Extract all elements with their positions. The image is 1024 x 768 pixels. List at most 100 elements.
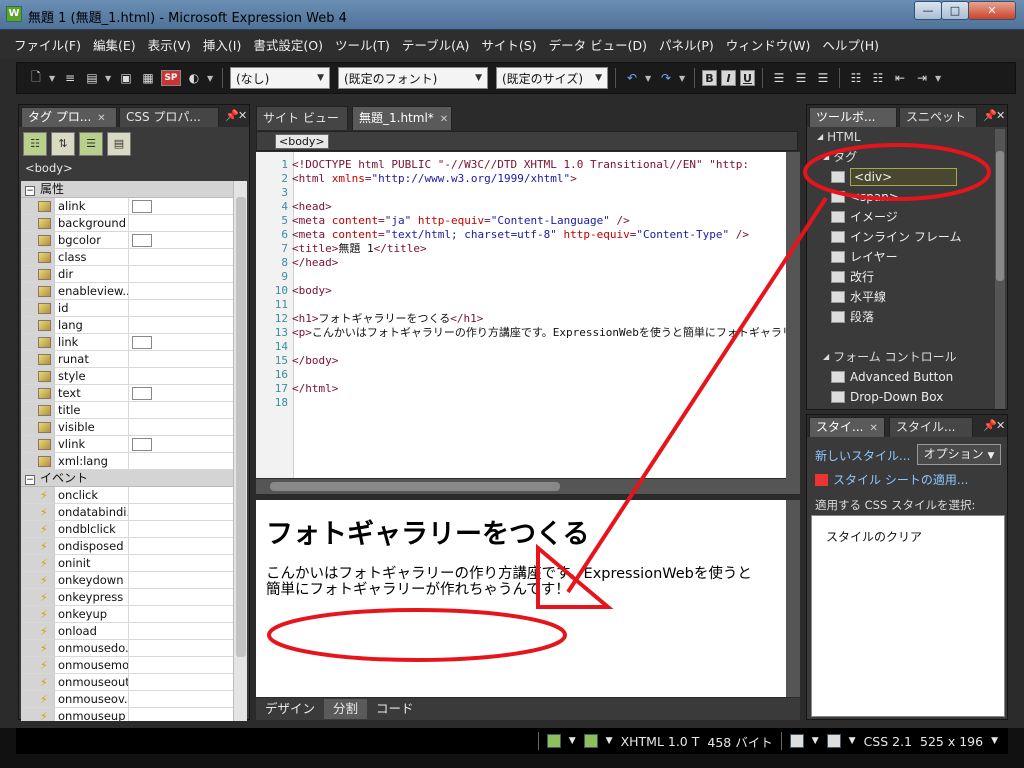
code-horizontal-scrollbar[interactable] bbox=[256, 479, 786, 494]
align-right-icon[interactable]: ☰ bbox=[814, 69, 832, 87]
toolbox-group-html[interactable]: ◢ HTML bbox=[809, 127, 995, 147]
sort-alpha-icon[interactable]: ⇅ bbox=[51, 132, 75, 156]
style-app-icon[interactable] bbox=[583, 734, 598, 748]
color-swatch[interactable] bbox=[132, 437, 152, 451]
collapse-icon[interactable]: − bbox=[25, 475, 35, 485]
code-view[interactable]: 1 <!DOCTYPE html PUBLIC "-//W3C//DTD XHTM… bbox=[256, 152, 786, 478]
property-row[interactable]: ⚡ onmouseov... bbox=[21, 691, 247, 708]
toolbox-item[interactable]: 段落 bbox=[809, 307, 995, 327]
scrollbar-thumb[interactable] bbox=[270, 482, 560, 491]
category-events[interactable]: − イベント bbox=[21, 470, 247, 487]
property-row[interactable]: dir bbox=[21, 266, 247, 283]
tab-site-view[interactable]: サイト ビュー bbox=[256, 106, 348, 130]
options-button[interactable]: オプション ▼ bbox=[917, 444, 1001, 465]
property-row[interactable]: ⚡ onload bbox=[21, 623, 247, 640]
design-heading[interactable]: フォトギャラリーをつくる bbox=[266, 512, 589, 551]
property-row[interactable]: class bbox=[21, 249, 247, 266]
new-page-icon[interactable]: ≡ bbox=[61, 69, 79, 87]
property-value[interactable] bbox=[129, 521, 247, 537]
property-row[interactable]: ⚡ onmousedo... bbox=[21, 640, 247, 657]
property-row[interactable]: title bbox=[21, 402, 247, 419]
menu-panels[interactable]: パネル(P) bbox=[653, 35, 720, 54]
design-vertical-scrollbar[interactable] bbox=[786, 500, 800, 697]
attach-style-sheet-link[interactable]: スタイル シートの適用... bbox=[815, 471, 968, 488]
align-left-icon[interactable]: ☰ bbox=[770, 69, 788, 87]
toolbox-item[interactable]: Form bbox=[809, 407, 995, 409]
menu-help[interactable]: ヘルプ(H) bbox=[816, 35, 885, 54]
property-row[interactable]: ⚡ ondblclick bbox=[21, 521, 247, 538]
bold-button[interactable]: B bbox=[702, 70, 717, 86]
property-row[interactable]: ⚡ onkeypress bbox=[21, 589, 247, 606]
property-value[interactable] bbox=[129, 436, 247, 452]
property-value[interactable] bbox=[129, 453, 247, 469]
new-dropdown-icon[interactable]: ▼ bbox=[49, 74, 57, 83]
menu-format[interactable]: 書式設定(O) bbox=[247, 35, 329, 54]
tab-apply-styles[interactable]: スタイ... ✕ bbox=[809, 417, 885, 437]
property-row[interactable]: ⚡onmousemo... bbox=[21, 657, 247, 674]
tab-document[interactable]: 無題_1.html* ✕ bbox=[352, 106, 452, 130]
property-row[interactable]: text bbox=[21, 385, 247, 402]
property-value[interactable] bbox=[129, 368, 247, 384]
property-row[interactable]: alink bbox=[21, 198, 247, 215]
toolbox-item[interactable]: 改行 bbox=[809, 267, 995, 287]
toolbox-item[interactable]: Drop-Down Box bbox=[809, 387, 995, 407]
property-value[interactable] bbox=[129, 589, 247, 605]
size-select[interactable]: (既定のサイズ) ▼ bbox=[496, 67, 608, 89]
collapse-icon[interactable]: − bbox=[25, 186, 35, 196]
tab-tag-properties[interactable]: タグ プロ... ✕ bbox=[21, 107, 117, 127]
tab-css-properties[interactable]: CSS プロパ... bbox=[119, 107, 219, 127]
close-icon[interactable]: ✕ bbox=[238, 109, 247, 122]
redo-icon[interactable]: ↷ bbox=[657, 69, 675, 87]
design-view[interactable]: フォトギャラリーをつくる こんかいはフォトギャラリーの作り方講座です。Expre… bbox=[256, 500, 786, 697]
toolbox-item[interactable]: レイヤー bbox=[809, 247, 995, 267]
property-row[interactable]: ⚡ondatabindi... bbox=[21, 504, 247, 521]
increase-indent-icon[interactable]: ⇥ bbox=[913, 69, 931, 87]
toolbox-item[interactable]: イメージ bbox=[809, 207, 995, 227]
clear-styles-item[interactable]: スタイルのクリア bbox=[826, 528, 922, 545]
tab-manage-styles[interactable]: スタイル... bbox=[889, 417, 973, 437]
property-row[interactable]: xml:lang bbox=[21, 453, 247, 470]
toolbox-group-tags[interactable]: ◢ タグ bbox=[809, 147, 995, 167]
color-swatch[interactable] bbox=[132, 335, 152, 349]
close-icon[interactable]: ✕ bbox=[97, 113, 105, 124]
tab-snippets[interactable]: スニペット bbox=[899, 107, 977, 127]
redo-dropdown-icon[interactable]: ▼ bbox=[679, 74, 687, 83]
scrollbar-thumb[interactable] bbox=[236, 197, 246, 657]
close-icon[interactable]: ✕ bbox=[996, 109, 1005, 122]
new-style-link[interactable]: 新しいスタイル... bbox=[815, 447, 910, 464]
chevron-down-icon[interactable]: ▼ bbox=[812, 736, 819, 746]
menu-site[interactable]: サイト(S) bbox=[475, 35, 542, 54]
menu-edit[interactable]: 編集(E) bbox=[87, 35, 142, 54]
property-row[interactable]: ⚡ onclick bbox=[21, 487, 247, 504]
toolbox-item[interactable]: 水平線 bbox=[809, 287, 995, 307]
expand-arrow-icon[interactable]: ◢ bbox=[823, 147, 829, 167]
property-row[interactable]: style bbox=[21, 368, 247, 385]
tab-design-view[interactable]: デザイン bbox=[256, 699, 324, 719]
property-grid-scrollbar[interactable] bbox=[233, 181, 247, 721]
property-value[interactable] bbox=[129, 640, 247, 656]
quick-tag-body[interactable]: <body> bbox=[275, 134, 329, 149]
property-value[interactable] bbox=[129, 317, 247, 333]
toolbar-overflow-icon[interactable]: ▼ bbox=[935, 74, 943, 83]
property-value[interactable] bbox=[129, 691, 247, 707]
property-value[interactable] bbox=[129, 419, 247, 435]
property-row[interactable]: background bbox=[21, 215, 247, 232]
toolbox-group-form[interactable]: ◢ フォーム コントロール bbox=[809, 347, 995, 367]
property-row[interactable]: ⚡ onkeydown bbox=[21, 572, 247, 589]
expand-arrow-icon[interactable]: ◢ bbox=[823, 347, 829, 367]
property-value[interactable] bbox=[129, 402, 247, 418]
pin-icon[interactable]: 📌 bbox=[983, 109, 997, 122]
property-value[interactable] bbox=[129, 623, 247, 639]
open-folder-icon[interactable]: ▤ bbox=[83, 69, 101, 87]
property-value[interactable] bbox=[129, 215, 247, 231]
page-size-indicator[interactable]: 525 x 196 bbox=[920, 734, 983, 749]
preview-icon[interactable]: ◐ bbox=[185, 69, 203, 87]
color-swatch[interactable] bbox=[132, 386, 152, 400]
property-row[interactable]: id bbox=[21, 300, 247, 317]
property-row[interactable]: visible bbox=[21, 419, 247, 436]
sharepoint-icon[interactable]: SP bbox=[161, 70, 181, 86]
open-dropdown-icon[interactable]: ▼ bbox=[105, 74, 113, 83]
property-row[interactable]: link bbox=[21, 334, 247, 351]
property-value[interactable] bbox=[129, 504, 247, 520]
property-row[interactable]: enableview... bbox=[21, 283, 247, 300]
